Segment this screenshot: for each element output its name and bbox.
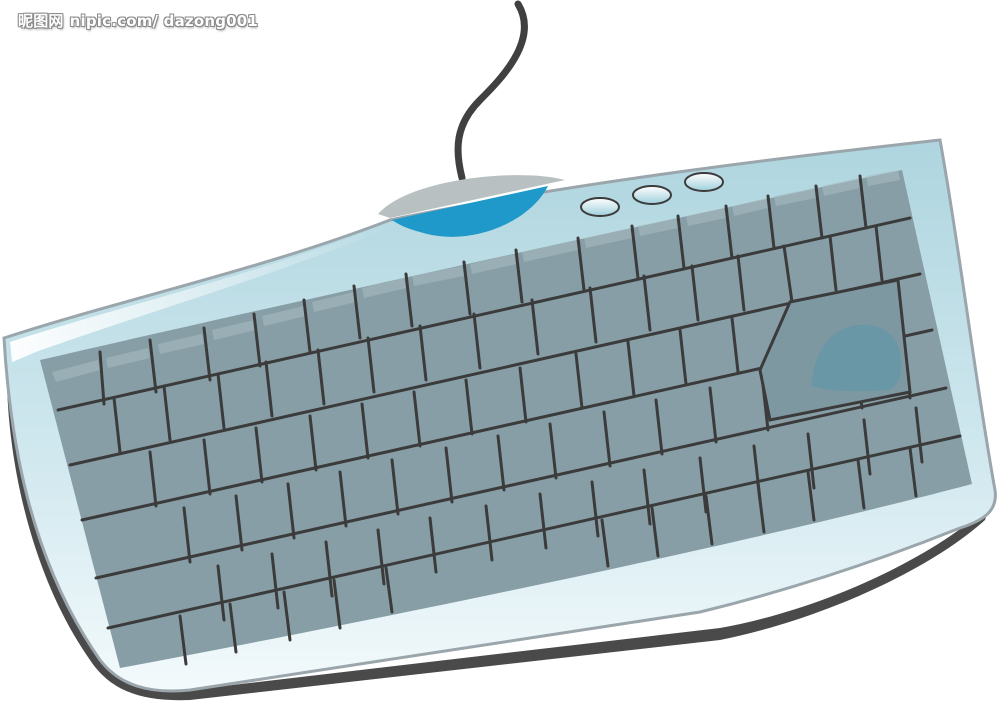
keyboard-cable (454, 0, 528, 182)
stage: 昵图网 nipic.com/ dazong001 (0, 0, 1001, 707)
media-button-1 (580, 197, 620, 217)
keyboard-illustration (2, 0, 997, 701)
watermark-brand: 昵图网 (18, 12, 64, 30)
watermark: 昵图网 nipic.com/ dazong001 (18, 10, 258, 31)
media-button-2 (632, 185, 672, 205)
watermark-site: nipic.com/ dazong001 (69, 12, 259, 30)
media-button-3 (684, 172, 724, 192)
